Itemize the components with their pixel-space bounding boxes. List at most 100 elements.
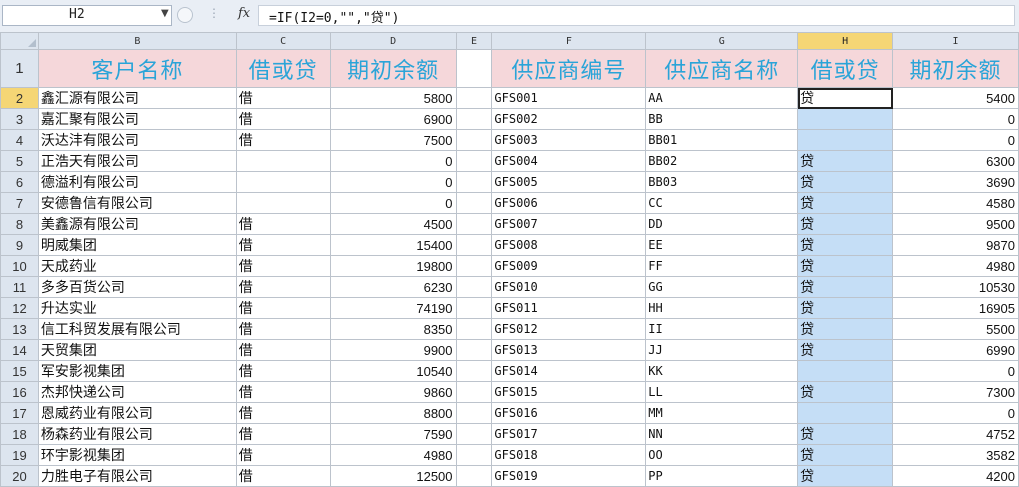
cell-supplier-code[interactable]: GFS011 — [491, 297, 647, 319]
name-box-dropdown-icon[interactable]: ▼ — [161, 8, 169, 19]
cell-opening-balance[interactable]: 5800 — [329, 87, 457, 109]
cell-empty[interactable] — [455, 150, 493, 172]
cell-supplier-code[interactable]: GFS009 — [491, 255, 647, 277]
cell-opening-balance[interactable]: 8800 — [329, 402, 457, 424]
cell-supplier-opening-balance[interactable]: 0 — [892, 129, 1019, 151]
cell-debit-credit[interactable]: 借 — [235, 444, 331, 466]
cell-empty[interactable] — [455, 360, 493, 382]
cell-supplier-opening-balance[interactable]: 6990 — [892, 339, 1019, 361]
cell-supplier-code[interactable]: GFS006 — [491, 192, 647, 214]
cell-supplier-code[interactable]: GFS019 — [491, 465, 647, 487]
cell-supplier-debit-credit[interactable]: 贷 — [797, 318, 894, 340]
cell-supplier-opening-balance[interactable]: 10530 — [892, 276, 1019, 298]
cell-supplier-opening-balance[interactable]: 0 — [892, 360, 1019, 382]
cell-supplier-code[interactable]: GFS012 — [491, 318, 647, 340]
header-cell-opening-balance[interactable]: 期初余额 — [329, 49, 457, 88]
cell-debit-credit[interactable] — [235, 192, 331, 214]
row-header[interactable]: 9 — [0, 234, 39, 256]
cell-supplier-name[interactable]: EE — [645, 234, 799, 256]
cell-supplier-debit-credit[interactable]: 贷 — [797, 444, 894, 466]
header-cell-empty[interactable] — [455, 49, 493, 88]
cell-supplier-name[interactable]: BB03 — [645, 171, 799, 193]
column-header-e[interactable]: E — [455, 32, 493, 50]
cell-supplier-opening-balance[interactable]: 5500 — [892, 318, 1019, 340]
cell-supplier-name[interactable]: BB02 — [645, 150, 799, 172]
cell-debit-credit[interactable]: 借 — [235, 465, 331, 487]
cell-supplier-name[interactable]: NN — [645, 423, 799, 445]
cell-supplier-debit-credit[interactable]: 贷 — [797, 192, 894, 214]
column-header-f[interactable]: F — [491, 32, 647, 50]
cell-supplier-debit-credit[interactable]: 贷 — [797, 234, 894, 256]
cell-supplier-name[interactable]: GG — [645, 276, 799, 298]
row-header[interactable]: 4 — [0, 129, 39, 151]
cell-debit-credit[interactable]: 借 — [235, 339, 331, 361]
formula-input[interactable]: =IF(I2=0,"","贷") — [258, 5, 1015, 26]
cell-empty[interactable] — [455, 234, 493, 256]
cell-opening-balance[interactable]: 74190 — [329, 297, 457, 319]
cell-empty[interactable] — [455, 192, 493, 214]
cell-supplier-opening-balance[interactable]: 4200 — [892, 465, 1019, 487]
cell-supplier-debit-credit[interactable] — [797, 129, 894, 151]
row-header[interactable]: 11 — [0, 276, 39, 298]
cell-customer-name[interactable]: 杨森药业有限公司 — [37, 423, 237, 445]
cell-empty[interactable] — [455, 108, 493, 130]
cell-supplier-name[interactable]: HH — [645, 297, 799, 319]
cell-empty[interactable] — [455, 129, 493, 151]
cell-supplier-name[interactable]: OO — [645, 444, 799, 466]
column-header-g[interactable]: G — [645, 32, 799, 50]
column-header-c[interactable]: C — [235, 32, 331, 50]
cell-customer-name[interactable]: 沃达沣有限公司 — [37, 129, 237, 151]
cell-customer-name[interactable]: 美鑫源有限公司 — [37, 213, 237, 235]
cell-supplier-debit-credit[interactable] — [797, 108, 894, 130]
cell-empty[interactable] — [455, 171, 493, 193]
cell-customer-name[interactable]: 升达实业 — [37, 297, 237, 319]
cell-customer-name[interactable]: 嘉汇聚有限公司 — [37, 108, 237, 130]
header-cell-supplier-debit-credit[interactable]: 借或贷 — [797, 49, 894, 88]
cell-customer-name[interactable]: 鑫汇源有限公司 — [37, 87, 237, 109]
cell-supplier-debit-credit[interactable]: 贷 — [797, 297, 894, 319]
name-box[interactable]: H2 ▼ — [2, 5, 172, 26]
cell-customer-name[interactable]: 明威集团 — [37, 234, 237, 256]
cell-opening-balance[interactable]: 15400 — [329, 234, 457, 256]
cell-supplier-code[interactable]: GFS010 — [491, 276, 647, 298]
cell-supplier-debit-credit[interactable]: 贷 — [797, 150, 894, 172]
cell-supplier-opening-balance[interactable]: 6300 — [892, 150, 1019, 172]
cell-opening-balance[interactable]: 6230 — [329, 276, 457, 298]
cell-customer-name[interactable]: 信工科贸发展有限公司 — [37, 318, 237, 340]
cell-supplier-name[interactable]: FF — [645, 255, 799, 277]
cell-supplier-opening-balance[interactable]: 16905 — [892, 297, 1019, 319]
cell-supplier-code[interactable]: GFS018 — [491, 444, 647, 466]
cell-opening-balance[interactable]: 4500 — [329, 213, 457, 235]
row-header[interactable]: 16 — [0, 381, 39, 403]
row-header[interactable]: 12 — [0, 297, 39, 319]
cell-supplier-name[interactable]: KK — [645, 360, 799, 382]
cell-supplier-code[interactable]: GFS003 — [491, 129, 647, 151]
cell-supplier-debit-credit[interactable]: 贷 — [797, 381, 894, 403]
cell-debit-credit[interactable]: 借 — [235, 213, 331, 235]
column-header-d[interactable]: D — [329, 32, 457, 50]
cell-opening-balance[interactable]: 0 — [329, 171, 457, 193]
cell-supplier-code[interactable]: GFS005 — [491, 171, 647, 193]
cell-debit-credit[interactable]: 借 — [235, 129, 331, 151]
row-header[interactable]: 6 — [0, 171, 39, 193]
row-header[interactable]: 19 — [0, 444, 39, 466]
cell-supplier-name[interactable]: BB — [645, 108, 799, 130]
cell-empty[interactable] — [455, 444, 493, 466]
active-cell[interactable]: 贷 — [797, 87, 894, 109]
cell-supplier-debit-credit[interactable]: 贷 — [797, 339, 894, 361]
cell-debit-credit[interactable]: 借 — [235, 381, 331, 403]
row-header[interactable]: 15 — [0, 360, 39, 382]
cell-supplier-opening-balance[interactable]: 4580 — [892, 192, 1019, 214]
cell-opening-balance[interactable]: 6900 — [329, 108, 457, 130]
cell-supplier-opening-balance[interactable]: 5400 — [892, 87, 1019, 109]
cell-supplier-name[interactable]: JJ — [645, 339, 799, 361]
formula-bar-expand-icon[interactable] — [177, 7, 193, 23]
cell-supplier-debit-credit[interactable]: 贷 — [797, 423, 894, 445]
cell-supplier-debit-credit[interactable]: 贷 — [797, 171, 894, 193]
cell-supplier-opening-balance[interactable]: 3582 — [892, 444, 1019, 466]
cell-supplier-name[interactable]: AA — [645, 87, 799, 109]
cell-empty[interactable] — [455, 87, 493, 109]
formula-bar-grip-icon[interactable]: ⋮ — [208, 6, 220, 20]
cell-supplier-code[interactable]: GFS016 — [491, 402, 647, 424]
cell-supplier-opening-balance[interactable]: 7300 — [892, 381, 1019, 403]
